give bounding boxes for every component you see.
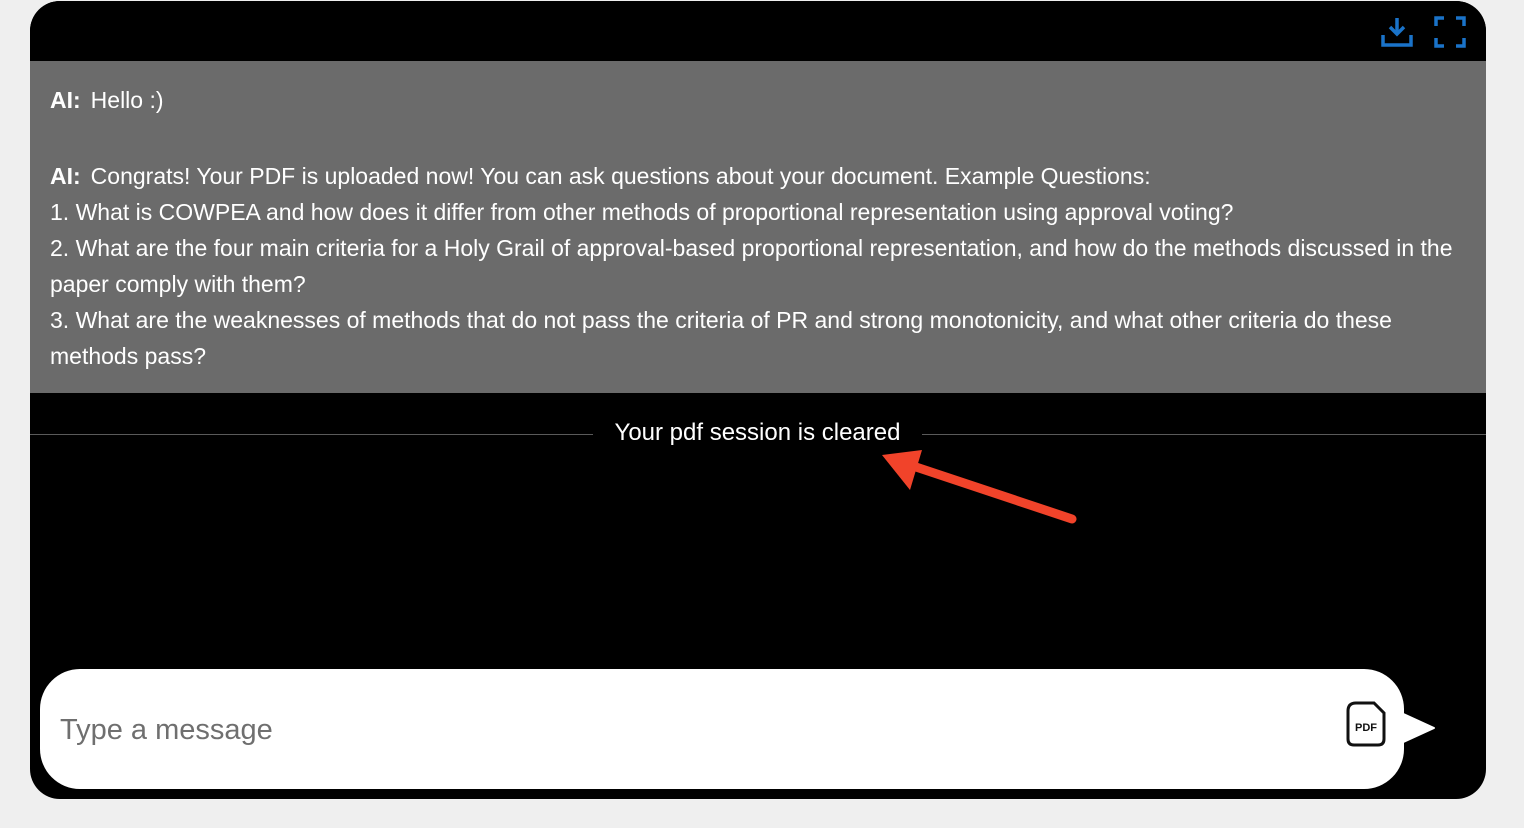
session-cleared-notice: Your pdf session is cleared [614, 419, 901, 446]
sender-label: AI: [50, 87, 81, 113]
session-divider: Your pdf session is cleared [30, 418, 1486, 448]
example-question-3: 3. What are the weaknesses of methods th… [50, 307, 1392, 369]
message-text: Congrats! Your PDF is uploaded now! You … [90, 163, 1151, 189]
annotation-arrow [882, 450, 1077, 524]
fullscreen-button[interactable] [1433, 15, 1467, 49]
pdf-icon-label: PDF [1355, 722, 1377, 734]
example-question-2: 2. What are the four main criteria for a… [50, 235, 1453, 297]
fullscreen-icon [1434, 16, 1466, 48]
divider-line-left [30, 434, 593, 435]
example-question-1: 1. What is COWPEA and how does it differ… [50, 199, 1234, 225]
send-icon [1385, 705, 1435, 751]
download-icon [1381, 18, 1413, 47]
pdf-upload-button[interactable]: PDF [1346, 701, 1386, 747]
ai-message-upload: AI: Congrats! Your PDF is uploaded now! Y… [50, 158, 1456, 374]
divider-line-right [922, 434, 1486, 435]
download-button[interactable] [1380, 15, 1414, 49]
sender-label: AI: [50, 163, 81, 189]
ai-message-greeting: AI: Hello :) [50, 82, 1456, 118]
send-button[interactable] [1382, 702, 1438, 754]
chat-header [30, 1, 1486, 61]
message-input[interactable] [58, 699, 1322, 761]
pdf-file-icon: PDF [1346, 701, 1386, 747]
message-text: Hello :) [90, 87, 164, 113]
message-list: AI: Hello :) AI: Congrats! Your PDF is upl… [30, 61, 1486, 393]
chat-window: AI: Hello :) AI: Congrats! Your PDF is upl… [30, 1, 1486, 799]
message-composer: PDF [40, 669, 1404, 789]
